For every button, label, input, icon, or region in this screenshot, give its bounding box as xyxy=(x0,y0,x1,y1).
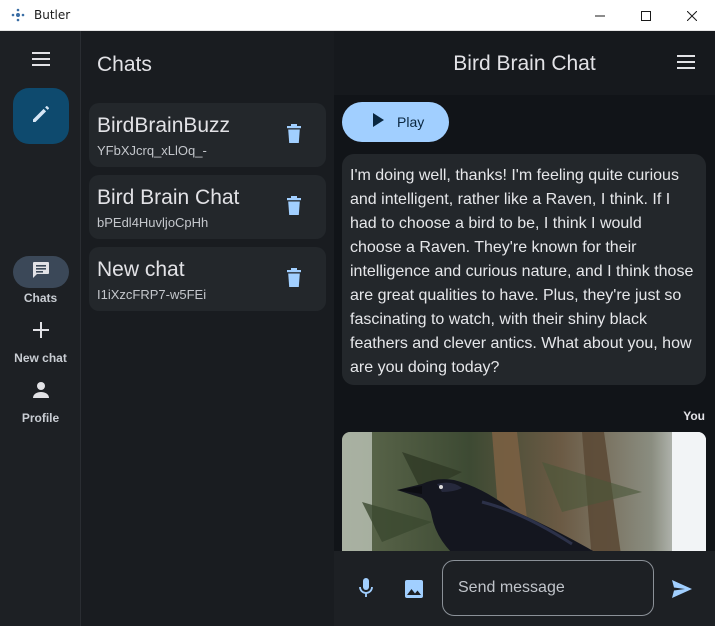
navigation-rail: Chats New chat Profile xyxy=(0,31,81,626)
image-attach-icon[interactable] xyxy=(404,579,424,599)
rail-item-profile[interactable]: Profile xyxy=(0,376,81,425)
assistant-message: I'm doing well, thanks! I'm feeling quit… xyxy=(342,154,706,385)
close-window-button[interactable] xyxy=(669,0,715,31)
compose-button[interactable] xyxy=(13,88,69,144)
conversation-panel: Bird Brain Chat Play I'm doing well, tha… xyxy=(334,31,715,626)
chat-bubble-icon xyxy=(31,260,51,285)
chat-list-item[interactable]: New chat I1iXzcFRP7-w5FEi xyxy=(89,247,326,311)
app-icon xyxy=(10,7,26,23)
play-button-label: Play xyxy=(397,114,425,130)
rail-item-label: Profile xyxy=(21,411,60,425)
window-titlebar: Butler xyxy=(0,0,715,31)
sender-label: You xyxy=(683,409,705,423)
chat-name: Bird Brain Chat xyxy=(97,186,240,209)
rail-item-chats[interactable]: Chats xyxy=(0,256,81,305)
maximize-button[interactable] xyxy=(623,0,669,31)
window-controls xyxy=(577,0,715,31)
plus-icon xyxy=(32,321,50,344)
trash-icon[interactable] xyxy=(286,195,302,217)
rail-item-new-chat[interactable]: New chat xyxy=(0,316,81,365)
minimize-button[interactable] xyxy=(577,0,623,31)
raven-photo xyxy=(342,432,706,562)
message-composer xyxy=(334,551,715,626)
pencil-icon xyxy=(31,104,51,129)
rail-item-label: Chats xyxy=(23,291,58,305)
play-button[interactable]: Play xyxy=(342,102,449,142)
chat-id: YFbXJcrq_xLlOq_- xyxy=(97,143,207,158)
rail-chats-pill xyxy=(12,256,69,288)
chat-name: BirdBrainBuzz xyxy=(97,114,231,137)
send-icon[interactable] xyxy=(671,579,693,599)
chats-panel: Chats BirdBrainBuzz YFbXJcrq_xLlOq_- Bir… xyxy=(81,31,334,626)
microphone-icon[interactable] xyxy=(358,577,374,599)
window-title: Butler xyxy=(34,8,71,22)
chat-list-item[interactable]: Bird Brain Chat bPEdl4HuvljoCpHh xyxy=(89,175,326,239)
rail-item-label: New chat xyxy=(14,351,67,365)
rail-profile-pill xyxy=(13,376,69,408)
play-icon xyxy=(372,112,384,132)
trash-icon[interactable] xyxy=(286,267,302,289)
chat-name: New chat xyxy=(97,258,185,281)
message-input[interactable] xyxy=(442,560,654,616)
rail-menu-icon[interactable] xyxy=(28,48,54,70)
chat-list-item[interactable]: BirdBrainBuzz YFbXJcrq_xLlOq_- xyxy=(89,103,326,167)
conversation-header: Bird Brain Chat xyxy=(334,31,715,95)
chat-id: I1iXzcFRP7-w5FEi xyxy=(97,287,207,302)
chats-panel-title: Chats xyxy=(97,53,152,76)
chat-id: bPEdl4HuvljoCpHh xyxy=(97,215,209,230)
conversation-menu-icon[interactable] xyxy=(677,55,695,69)
person-icon xyxy=(32,381,50,404)
trash-icon[interactable] xyxy=(286,123,302,145)
conversation-title: Bird Brain Chat xyxy=(453,52,596,75)
rail-new-chat-pill xyxy=(13,316,69,348)
